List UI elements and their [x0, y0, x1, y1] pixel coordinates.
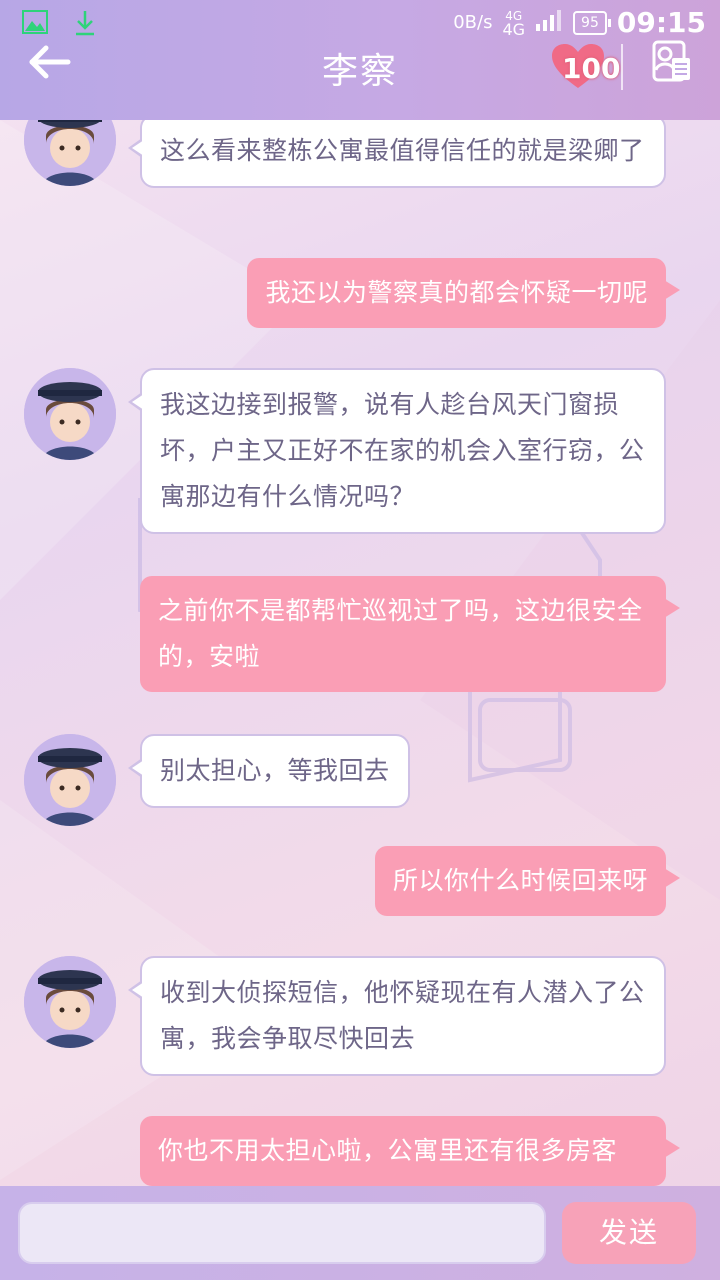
network-type: 4G 4G — [502, 9, 526, 39]
avatar[interactable] — [24, 368, 116, 460]
message-text: 所以你什么时候回来呀 — [392, 866, 648, 895]
image-icon — [22, 10, 48, 41]
avatar[interactable] — [24, 120, 116, 186]
message-bubble-right: 你也不用太担心啦，公寓里还有很多房客 — [140, 1116, 680, 1186]
contact-card-icon — [652, 40, 690, 82]
input-bar: 发送 — [0, 1186, 720, 1280]
send-button[interactable]: 发送 — [562, 1202, 696, 1264]
message-text: 这么看来整栋公寓最值得信任的就是梁卿了 — [160, 136, 645, 165]
battery-indicator: 95 — [573, 10, 611, 35]
message-bubble-left: 这么看来整栋公寓最值得信任的就是梁卿了 — [128, 120, 666, 188]
avatar[interactable] — [24, 956, 116, 1048]
message-bubble-left: 别太担心，等我回去 — [128, 734, 410, 808]
chat-area[interactable]: 这么看来整栋公寓最值得信任的就是梁卿了 我还以为警察真的都会怀疑一切呢 我这边接… — [0, 120, 720, 1186]
contact-card-button[interactable] — [650, 40, 694, 84]
message-text: 你也不用太担心啦，公寓里还有很多房客 — [158, 1136, 618, 1165]
download-icon — [74, 10, 96, 41]
message-input[interactable] — [18, 1202, 546, 1264]
message-text: 收到大侦探短信，他怀疑现在有人潜入了公寓，我会争取尽快回去 — [160, 978, 645, 1053]
header-divider — [621, 44, 623, 90]
message-text: 我还以为警察真的都会怀疑一切呢 — [265, 278, 648, 307]
message-text: 别太担心，等我回去 — [160, 756, 390, 785]
message-bubble-right: 之前你不是都帮忙巡视过了吗，这边很安全的，安啦 — [140, 576, 680, 692]
net-speed: 0B/s — [453, 12, 493, 33]
avatar[interactable] — [24, 734, 116, 826]
affection-meter: 100 — [550, 42, 620, 90]
message-bubble-right: 我还以为警察真的都会怀疑一切呢 — [247, 258, 680, 328]
message-bubble-left: 收到大侦探短信，他怀疑现在有人潜入了公寓，我会争取尽快回去 — [128, 956, 666, 1076]
status-bar: 0B/s 4G 4G 95 09:15 — [0, 0, 720, 48]
affection-value: 100 — [562, 52, 621, 85]
signal-icon — [535, 8, 563, 37]
clock: 09:15 — [616, 6, 706, 39]
message-text: 我这边接到报警，说有人趁台风天门窗损坏，户主又正好不在家的机会入室行窃，公寓那边… — [160, 390, 645, 511]
message-bubble-left: 我这边接到报警，说有人趁台风天门窗损坏，户主又正好不在家的机会入室行窃，公寓那边… — [128, 368, 666, 534]
message-bubble-right: 所以你什么时候回来呀 — [374, 846, 681, 916]
message-text: 之前你不是都帮忙巡视过了吗，这边很安全的，安啦 — [158, 596, 643, 671]
network-type-label: 4G — [502, 19, 526, 39]
